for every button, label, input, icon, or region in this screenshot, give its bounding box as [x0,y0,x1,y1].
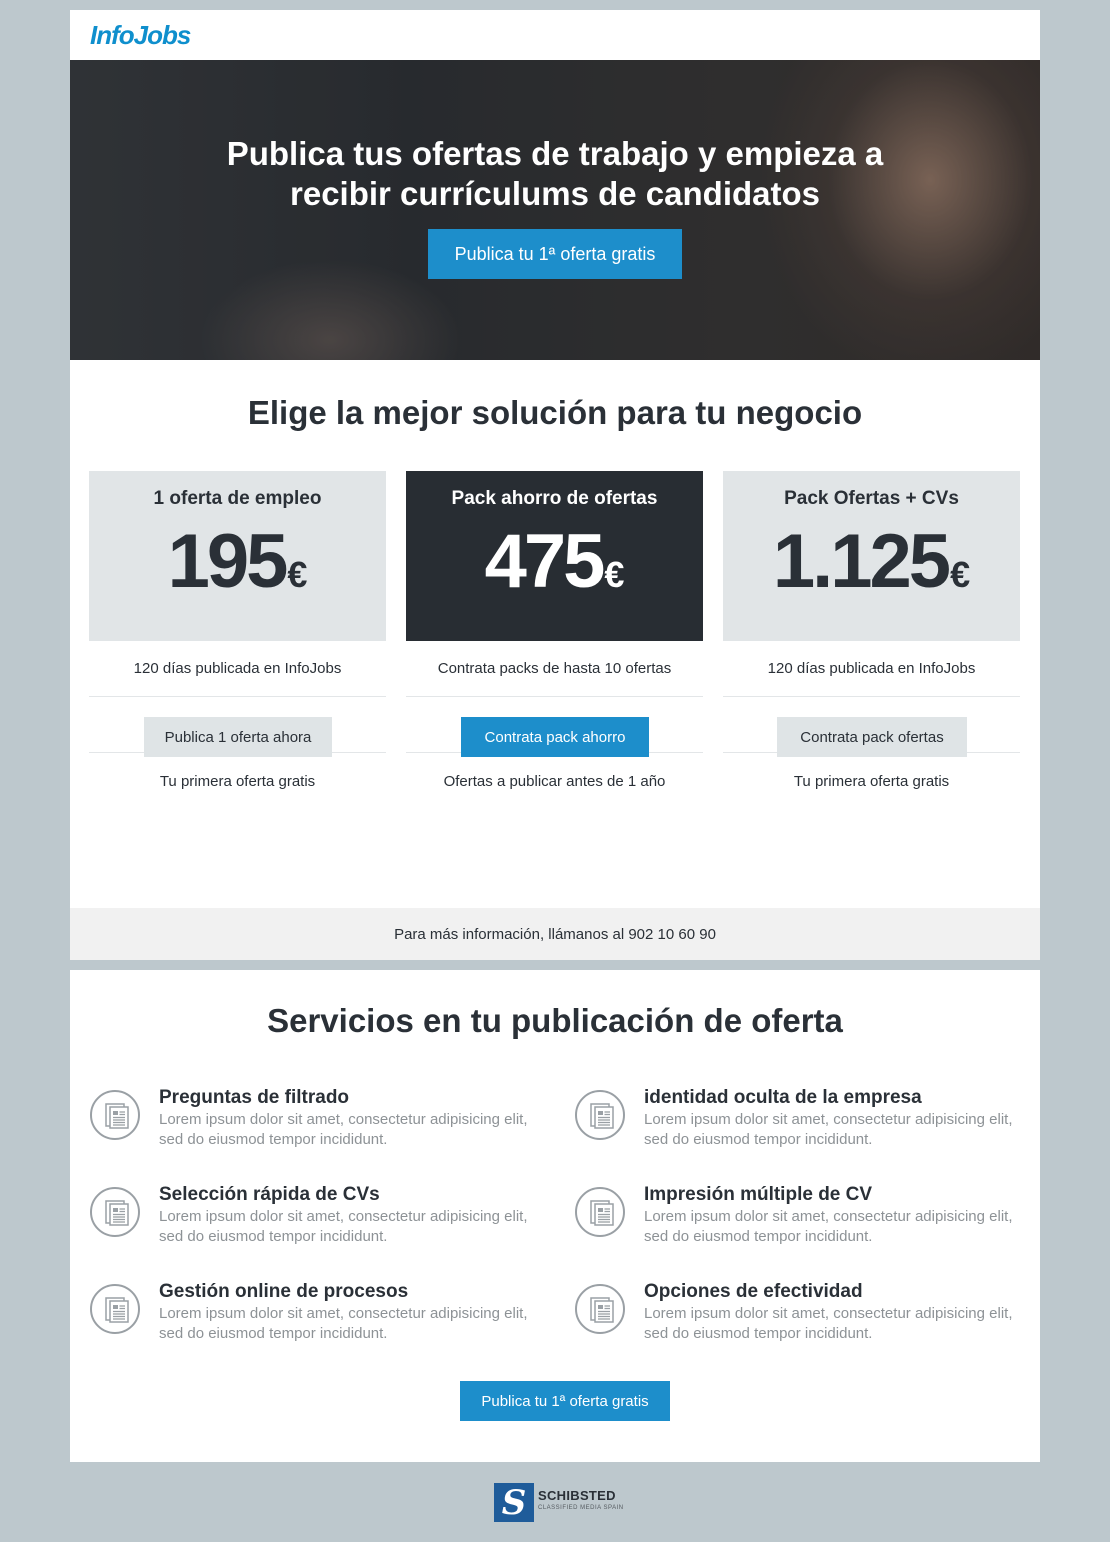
plan-header: Pack Ofertas + CVs 1.125€ [723,471,1020,641]
service-title: Impresión múltiple de CV [644,1184,873,1205]
service-description: Lorem ipsum dolor sit amet, consectetur … [644,1305,1013,1342]
infojobs-logo[interactable]: InfoJobs [90,20,191,51]
document-icon [575,1090,625,1140]
plan-price-value: 1.125 [772,519,951,604]
plan-price-currency: € [604,554,625,595]
plan-name: Pack Ofertas + CVs [784,488,959,509]
plan-feature: Tu primera oferta gratis [793,772,950,790]
contract-pack-ofertas-button[interactable]: Contrata pack ofertas [777,717,967,757]
service-title: Opciones de efectividad [644,1281,863,1302]
services-title: Servicios en tu publicación de oferta [267,1002,843,1039]
schibsted-tagline: CLASSIFIED MEDIA SPAIN [538,1505,624,1511]
hero-title-line-1: Publica tus ofertas de trabajo y empieza… [226,135,884,172]
contact-info-bar: Para más información, llámanos al 902 10… [70,908,1040,960]
plan-feature: 120 días publicada en InfoJobs [723,641,1020,697]
service-item: Impresión múltiple de CV Lorem ipsum dol… [575,1184,1015,1257]
plan-header: Pack ahorro de ofertas 475€ [406,471,703,641]
hero-title: Publica tus ofertas de trabajo y empieza… [70,134,1040,214]
plan-feature: 120 días publicada en InfoJobs [89,641,386,697]
header: InfoJobs [70,10,1040,60]
services-publish-button[interactable]: Publica tu 1ª oferta gratis [460,1381,670,1421]
services-section: Servicios en tu publicación de oferta Pr… [70,970,1040,1462]
service-item: Gestión online de procesos Lorem ipsum d… [90,1281,530,1354]
plan-feature: Ofertas a publicar antes de 1 año [443,772,666,790]
document-icon [90,1187,140,1237]
plan-price-currency: € [950,554,971,595]
service-item: Selección rápida de CVs Lorem ipsum dolo… [90,1184,530,1257]
service-title: identidad oculta de la empresa [644,1087,922,1108]
service-description: Lorem ipsum dolor sit amet, consectetur … [159,1208,528,1245]
document-icon [575,1284,625,1334]
document-icon [90,1090,140,1140]
plan-price-value: 475 [484,519,606,604]
hero-banner: Publica tus ofertas de trabajo y empieza… [70,60,1040,360]
document-icon [575,1187,625,1237]
plan-price: 1.125€ [723,520,1020,617]
plan-name: 1 oferta de empleo [153,488,322,509]
service-title: Selección rápida de CVs [159,1184,380,1205]
plan-name: Pack ahorro de ofertas [451,488,658,509]
plan-card-pack-ahorro: Pack ahorro de ofertas 475€ Contrata pac… [406,471,703,809]
service-title: Preguntas de filtrado [159,1087,350,1108]
service-title: Gestión online de procesos [159,1281,409,1302]
service-description: Lorem ipsum dolor sit amet, consectetur … [159,1305,528,1342]
plan-header: 1 oferta de empleo 195€ [89,471,386,641]
service-description: Lorem ipsum dolor sit amet, consectetur … [644,1111,1013,1148]
service-item: Preguntas de filtrado Lorem ipsum dolor … [90,1087,530,1160]
service-description: Lorem ipsum dolor sit amet, consectetur … [159,1111,528,1148]
hero-title-line-2: recibir currículums de candidatos [290,175,820,212]
schibsted-logo[interactable]: S SCHIBSTED CLASSIFIED MEDIA SPAIN [494,1483,634,1523]
pricing-section: Elige la mejor solución para tu negocio … [70,360,1040,908]
document-icon [90,1284,140,1334]
hero-publish-button[interactable]: Publica tu 1ª oferta gratis [428,229,682,279]
contract-pack-ahorro-button[interactable]: Contrata pack ahorro [461,717,649,757]
plan-feature: Tu primera oferta gratis [159,772,316,790]
plan-price: 195€ [89,520,386,617]
plan-price-value: 195 [167,519,289,604]
plan-card-pack-ofertas-cvs: Pack Ofertas + CVs 1.125€ 120 días publi… [723,471,1020,809]
pricing-title: Elige la mejor solución para tu negocio [247,394,863,431]
plan-card-single: 1 oferta de empleo 195€ 120 días publica… [89,471,386,809]
service-description: Lorem ipsum dolor sit amet, consectetur … [644,1208,1013,1245]
service-item: identidad oculta de la empresa Lorem ips… [575,1087,1015,1160]
service-item: Opciones de efectividad Lorem ipsum dolo… [575,1281,1015,1354]
plan-price-currency: € [287,554,308,595]
plan-price: 475€ [406,520,703,617]
publish-one-offer-button[interactable]: Publica 1 oferta ahora [144,717,332,757]
schibsted-mark-icon: S [494,1483,534,1523]
plan-feature: Contrata packs de hasta 10 ofertas [406,641,703,697]
schibsted-brand: SCHIBSTED [538,1488,616,1503]
